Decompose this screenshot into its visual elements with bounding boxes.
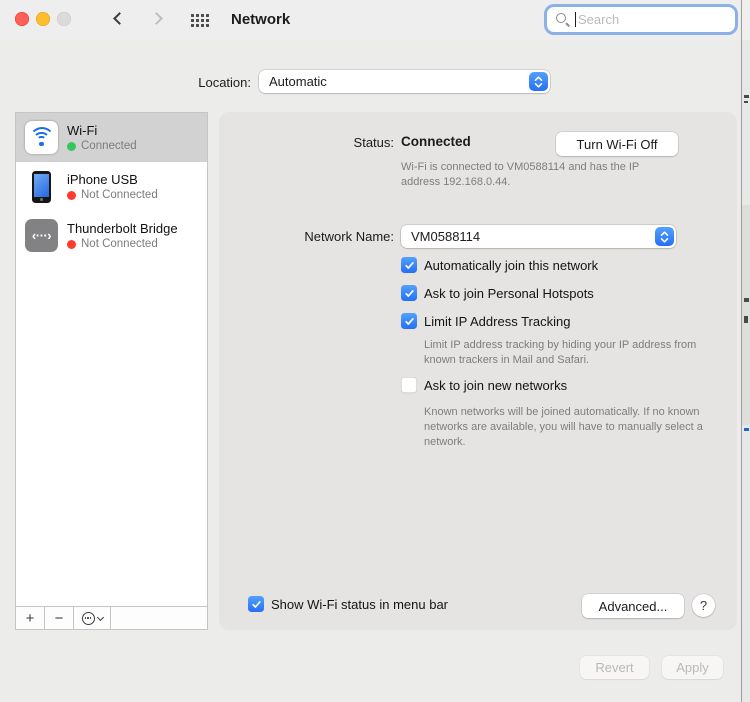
network-name-value: VM0588114: [401, 229, 480, 244]
checkbox-auto-join[interactable]: [401, 257, 417, 273]
sidebar-item-iphone-usb[interactable]: iPhone USB Not Connected: [16, 162, 207, 211]
title-bar: Network Search: [0, 0, 750, 40]
stepper-icon: [655, 227, 674, 246]
stepper-icon: [529, 72, 548, 91]
interface-status: Connected: [81, 140, 137, 152]
checkbox-show-wifi-menu-bar[interactable]: [248, 596, 264, 612]
network-preferences-window: Network Search Location: Automatic Wi-Fi: [0, 0, 750, 702]
zoom-button[interactable]: [57, 12, 71, 26]
checkbox-label: Limit IP Address Tracking: [424, 314, 570, 329]
advanced-button[interactable]: Advanced...: [582, 594, 684, 618]
interface-status: Not Connected: [81, 238, 158, 250]
apply-button[interactable]: Apply: [662, 656, 723, 679]
location-select[interactable]: Automatic: [259, 70, 550, 93]
checkbox-personal-hotspots[interactable]: [401, 285, 417, 301]
checkbox-row-limit-ip: Limit IP Address Tracking: [401, 313, 570, 329]
wifi-icon: [25, 121, 58, 154]
limit-ip-description: Limit IP address tracking by hiding your…: [424, 338, 716, 368]
forward-button[interactable]: [152, 14, 163, 25]
text-cursor: [575, 12, 576, 27]
interface-list-toolbar: + −: [16, 606, 207, 629]
checkbox-row-menu-bar: Show Wi-Fi status in menu bar: [248, 596, 448, 612]
iphone-icon: [25, 170, 58, 203]
status-dot-red: [67, 240, 76, 249]
location-value: Automatic: [259, 74, 327, 89]
interface-name: iPhone USB: [67, 172, 158, 188]
close-button[interactable]: [15, 12, 29, 26]
status-value: Connected: [401, 134, 471, 149]
status-label: Status:: [219, 135, 394, 150]
turn-wifi-off-button[interactable]: Turn Wi-Fi Off: [556, 132, 678, 156]
status-description: Wi-Fi is connected to VM0588114 and has …: [401, 160, 669, 190]
interface-list: Wi-Fi Connected iPhone USB Not Connected: [15, 112, 208, 630]
checkbox-row-ask-new-networks: Ask to join new networks: [401, 377, 567, 393]
show-all-grid-icon[interactable]: [191, 14, 209, 27]
network-name-label: Network Name:: [219, 229, 394, 244]
checkbox-row-auto-join: Automatically join this network: [401, 257, 598, 273]
checkbox-row-personal-hotspots: Ask to join Personal Hotspots: [401, 285, 594, 301]
sidebar-item-thunderbolt-bridge[interactable]: ‹···› Thunderbolt Bridge Not Connected: [16, 211, 207, 260]
add-interface-button[interactable]: +: [16, 607, 45, 629]
checkbox-label: Show Wi-Fi status in menu bar: [271, 597, 448, 612]
revert-button[interactable]: Revert: [580, 656, 649, 679]
checkbox-limit-ip-tracking[interactable]: [401, 313, 417, 329]
network-name-select[interactable]: VM0588114: [401, 225, 676, 248]
interface-name: Thunderbolt Bridge: [67, 221, 178, 237]
checkbox-ask-new-networks[interactable]: [401, 377, 417, 393]
window-title: Network: [231, 11, 290, 28]
wifi-settings-panel: Status: Connected Turn Wi-Fi Off Wi-Fi i…: [219, 112, 737, 630]
checkbox-label: Automatically join this network: [424, 258, 598, 273]
minimize-button[interactable]: [36, 12, 50, 26]
thunderbolt-bridge-icon: ‹···›: [25, 219, 58, 252]
chevron-right-icon: [150, 12, 163, 25]
checkbox-label: Ask to join Personal Hotspots: [424, 286, 594, 301]
ellipsis-circle-icon: [82, 612, 95, 625]
help-button[interactable]: ?: [692, 594, 715, 617]
checkbox-label: Ask to join new networks: [424, 378, 567, 393]
search-placeholder: Search: [578, 12, 619, 27]
sidebar-item-wifi[interactable]: Wi-Fi Connected: [16, 113, 207, 162]
ask-new-networks-description: Known networks will be joined automatica…: [424, 405, 742, 450]
search-icon: [555, 12, 570, 27]
toolbar-spacer: [111, 607, 207, 629]
more-options-button[interactable]: [74, 607, 111, 629]
status-dot-red: [67, 191, 76, 200]
chevron-left-icon: [113, 12, 126, 25]
location-label: Location:: [120, 75, 251, 90]
status-dot-green: [67, 142, 76, 151]
back-button[interactable]: [112, 14, 123, 25]
search-input[interactable]: Search: [544, 4, 738, 35]
interface-status: Not Connected: [81, 189, 158, 201]
chevron-down-icon: [96, 613, 103, 620]
interface-name: Wi-Fi: [67, 123, 137, 139]
occluded-window-edge: [741, 0, 750, 702]
remove-interface-button[interactable]: −: [45, 607, 74, 629]
